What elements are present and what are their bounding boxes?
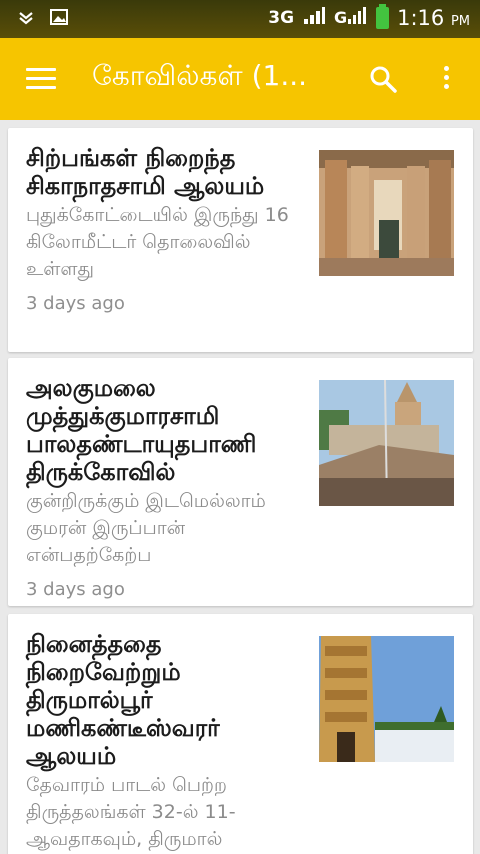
clock: 1:16 PM bbox=[397, 6, 470, 30]
article-thumbnail bbox=[319, 150, 454, 276]
status-bar: 3G G 1:16 PM bbox=[0, 0, 480, 38]
article-time: 3 days ago bbox=[26, 579, 125, 600]
article-description: தேவாரம் பாடல் பெற்ற திருத்தலங்கள் 32-ல் … bbox=[26, 774, 236, 850]
article-title: நினைத்ததை நிறைவேற்றும் திருமால்பூர் மணிக… bbox=[26, 630, 220, 770]
signal-icon bbox=[302, 6, 326, 30]
clock-time: 1:16 bbox=[397, 6, 445, 30]
list-item[interactable]: அலகுமலை முத்துக்குமாரசாமி பாலதண்டாயுதபாண… bbox=[8, 358, 473, 606]
article-description: குன்றிருக்கும் இடமெல்லாம் குமரன் இருப்பா… bbox=[26, 490, 266, 566]
menu-icon[interactable] bbox=[26, 68, 56, 90]
download-icon bbox=[18, 9, 34, 29]
clock-ampm: PM bbox=[450, 14, 470, 29]
more-options-icon[interactable] bbox=[440, 66, 452, 94]
page-title: கோவில்கள் (1... bbox=[92, 59, 308, 92]
article-thumbnail bbox=[319, 380, 454, 506]
svg-text:G: G bbox=[334, 8, 347, 26]
image-icon bbox=[50, 9, 68, 29]
battery-icon bbox=[376, 4, 390, 29]
article-time: 3 days ago bbox=[26, 293, 125, 314]
article-description: புதுக்கோட்டையில் இருந்து 16 கிலோமீட்டர் … bbox=[26, 204, 289, 280]
article-title: அலகுமலை முத்துக்குமாரசாமி பாலதண்டாயுதபாண… bbox=[26, 374, 257, 486]
network-label: 3G bbox=[268, 8, 295, 28]
article-thumbnail bbox=[319, 636, 454, 762]
article-title: சிற்பங்கள் நிறைந்த சிகாநாதசாமி ஆலயம் bbox=[26, 144, 265, 200]
app-bar: கோவில்கள் (1... bbox=[0, 38, 480, 120]
signal-2-icon: G bbox=[334, 6, 368, 30]
search-icon[interactable] bbox=[368, 64, 398, 94]
list-item[interactable]: சிற்பங்கள் நிறைந்த சிகாநாதசாமி ஆலயம் புத… bbox=[8, 128, 473, 352]
list-item[interactable]: நினைத்ததை நிறைவேற்றும் திருமால்பூர் மணிக… bbox=[8, 614, 473, 854]
